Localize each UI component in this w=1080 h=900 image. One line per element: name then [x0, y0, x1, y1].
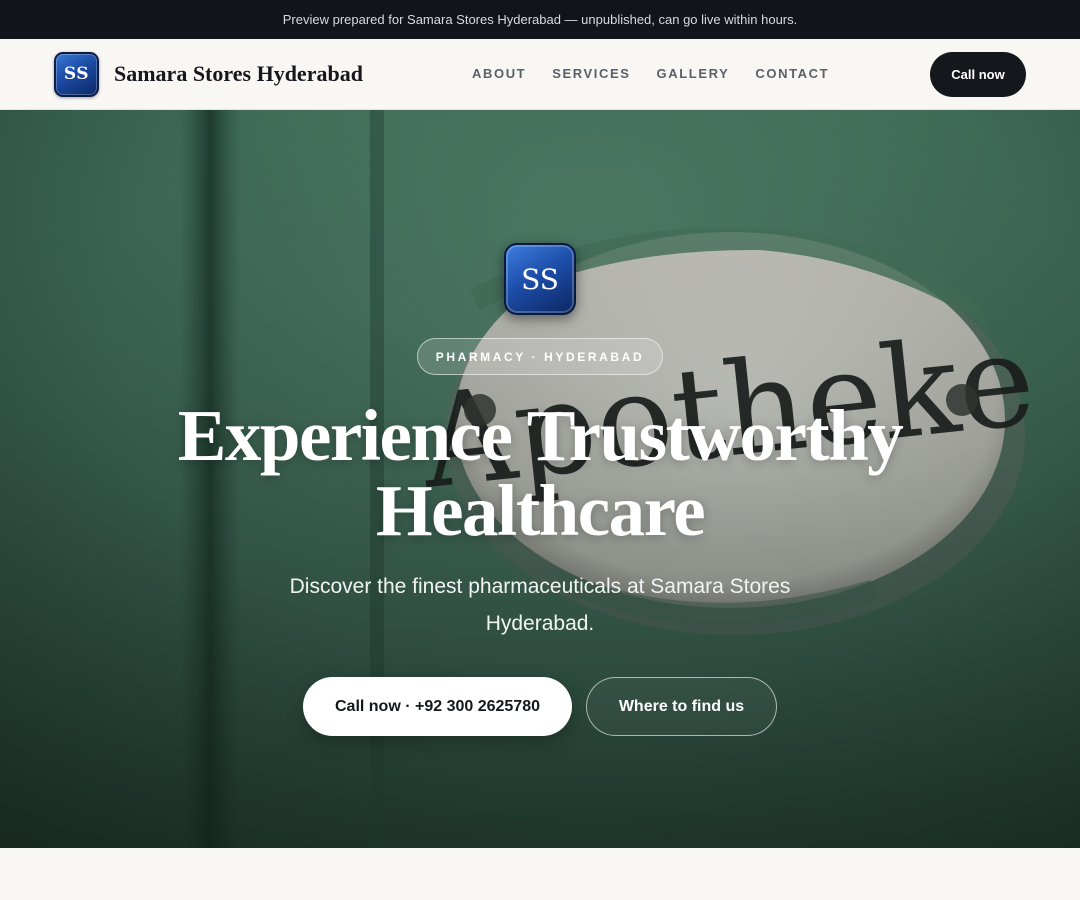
hero-headline-line1: Experience Trustworthy — [177, 395, 904, 476]
hero-location-button[interactable]: Where to find us — [586, 677, 777, 736]
hero-call-button[interactable]: Call now · +92 300 2625780 — [303, 677, 572, 736]
site-header: SS Samara Stores Hyderabad ABOUT SERVICE… — [0, 39, 1080, 110]
nav-link-services[interactable]: SERVICES — [552, 66, 630, 81]
nav-link-contact[interactable]: CONTACT — [755, 66, 829, 81]
brand[interactable]: SS Samara Stores Hyderabad — [54, 51, 363, 97]
hero-category-badge: PHARMACY · HYDERABAD — [417, 338, 663, 375]
header-call-button[interactable]: Call now — [930, 52, 1026, 97]
main-nav: ABOUT SERVICES GALLERY CONTACT — [472, 66, 855, 81]
nav-link-gallery[interactable]: GALLERY — [657, 66, 730, 81]
hero-logo: SS — [504, 243, 576, 315]
announcement-text: Preview prepared for Samara Stores Hyder… — [282, 12, 798, 27]
brand-logo[interactable]: SS — [54, 51, 99, 97]
hero-headline: Experience Trustworthy Healthcare — [140, 398, 940, 548]
hero-section: Apotheke SS PHARMACY · HYDERABAD Experie… — [0, 110, 1080, 848]
hero-subtext: Discover the finest pharmaceuticals at S… — [289, 575, 791, 635]
announcement-bar: Preview prepared for Samara Stores Hyder… — [0, 0, 1080, 39]
brand-name[interactable]: Samara Stores Hyderabad — [114, 61, 363, 87]
nav-link-about[interactable]: ABOUT — [472, 66, 526, 81]
hero-headline-line2: Healthcare — [375, 470, 706, 551]
